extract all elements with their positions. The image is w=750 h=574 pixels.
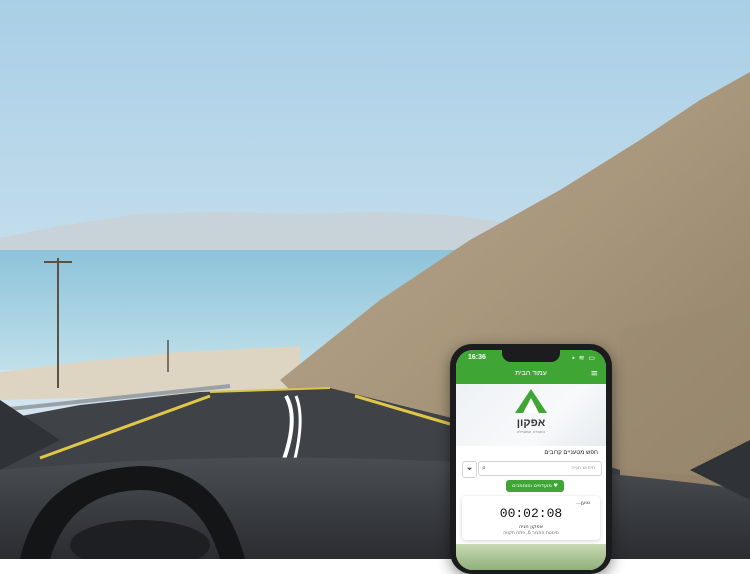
phone-notch — [502, 350, 560, 362]
page-title: עמוד הבית — [515, 370, 547, 377]
status-icons: ▪ ≋ ▭ — [572, 355, 596, 362]
parking-lot-address: סימטת התבור 6, פתח תקווה — [503, 531, 559, 536]
logo-text: אפקון — [516, 417, 546, 429]
menu-icon[interactable]: ≡ — [590, 369, 598, 379]
favorites-label: מועדפים ומוסמכים — [512, 483, 552, 489]
filter-button[interactable]: ⏷ — [462, 461, 477, 478]
app-header: עמוד הבית ≡ — [456, 366, 606, 384]
phone-screen: 16:36 ▪ ≋ ▭ עמוד הבית ≡ אפקון החברה המוב… — [456, 350, 606, 570]
logo-subtitle: החברה המובילה — [516, 429, 546, 434]
brand-logo: אפקון החברה המובילה — [513, 388, 549, 444]
search-placeholder: חיפוש חניה — [571, 465, 595, 471]
map-preview — [456, 544, 606, 570]
background-scene — [0, 0, 750, 559]
hero-banner: אפקון החברה המובילה — [456, 384, 606, 446]
search-input[interactable]: ⌕ חיפוש חניה — [478, 461, 602, 476]
nearby-chargers-title: חפש מטעניים קרובים — [544, 450, 598, 456]
favorites-button[interactable]: ♥ מועדפים ומוסמכים — [506, 480, 564, 492]
status-time: 16:36 — [468, 354, 486, 361]
active-session-card[interactable]: טוען... 00:02:08 אפקון חניה סימטת התבור … — [462, 496, 600, 540]
search-icon: ⌕ — [482, 464, 486, 472]
session-timer: 00:02:08 — [499, 506, 563, 521]
parking-lot-name: אפקון חניה — [519, 524, 543, 530]
heart-icon: ♥ — [553, 483, 558, 489]
logo-triangle-icon — [515, 389, 547, 413]
filter-icon: ⏷ — [466, 465, 473, 473]
smartphone: 16:36 ▪ ≋ ▭ עמוד הבית ≡ אפקון החברה המוב… — [450, 344, 612, 574]
